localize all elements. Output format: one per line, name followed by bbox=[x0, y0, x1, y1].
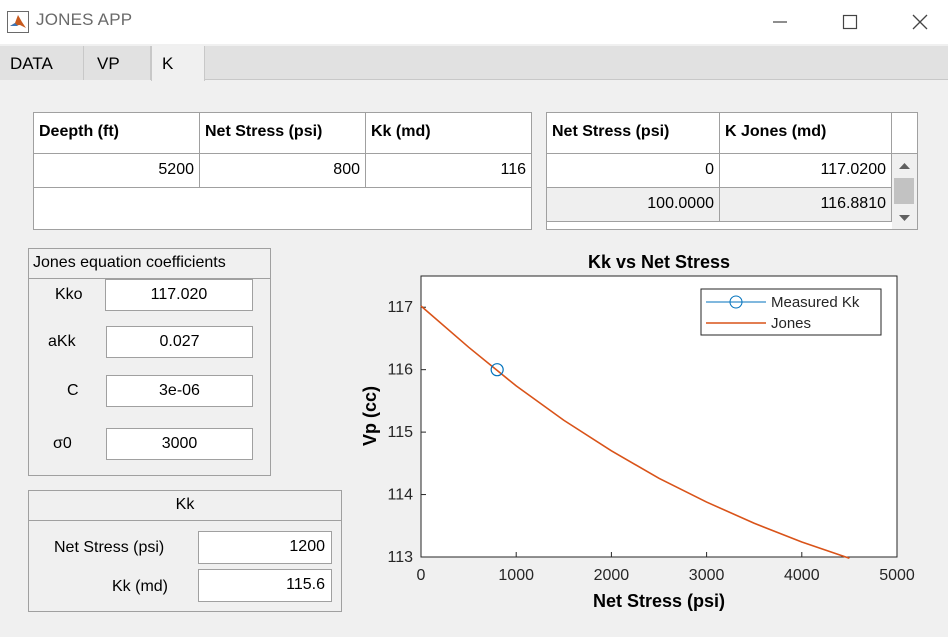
vertical-scrollbar[interactable] bbox=[892, 154, 917, 229]
minimize-button[interactable] bbox=[745, 0, 815, 44]
tab-data[interactable]: DATA bbox=[0, 46, 84, 80]
close-button[interactable] bbox=[885, 0, 948, 44]
measured-data-table[interactable]: Deepth (ft) Net Stress (psi) Kk (md) 520… bbox=[33, 112, 532, 230]
kk-label: Kk (md) bbox=[112, 578, 168, 595]
legend-jones-label: Jones bbox=[771, 315, 811, 332]
kk-output[interactable]: 115.6 bbox=[198, 569, 332, 602]
scroll-up-arrow-icon[interactable] bbox=[899, 162, 910, 170]
y-tick-label: 116 bbox=[387, 362, 413, 379]
c-field[interactable]: 3e-06 bbox=[106, 375, 253, 407]
matlab-app-icon bbox=[7, 11, 29, 33]
column-header-kk[interactable]: Kk (md) bbox=[366, 113, 531, 154]
table-cell[interactable]: 100.0000 bbox=[547, 188, 720, 222]
kko-field[interactable]: 117.020 bbox=[105, 279, 253, 311]
c-label: C bbox=[67, 382, 79, 399]
column-header-net-stress[interactable]: Net Stress (psi) bbox=[547, 113, 720, 154]
tab-k[interactable]: K bbox=[151, 46, 205, 81]
tab-bar: DATA VP K bbox=[0, 46, 948, 81]
y-tick-label: 115 bbox=[387, 424, 413, 441]
y-axis-label: Vp (cc) bbox=[360, 386, 380, 446]
x-tick-label: 0 bbox=[417, 567, 426, 584]
net-stress-input[interactable]: 1200 bbox=[198, 531, 332, 564]
scrollbar-thumb[interactable] bbox=[894, 178, 914, 204]
kko-label: Kko bbox=[55, 286, 83, 303]
akk-field[interactable]: 0.027 bbox=[106, 326, 253, 358]
x-tick-label: 1000 bbox=[498, 567, 534, 584]
cell-kk[interactable]: 116 bbox=[366, 154, 531, 188]
title-bar: JONES APP bbox=[0, 0, 948, 44]
y-tick-label: 117 bbox=[387, 299, 413, 316]
table-cell[interactable]: 0 bbox=[547, 154, 720, 188]
x-tick-label: 4000 bbox=[784, 567, 820, 584]
minimize-icon bbox=[773, 21, 787, 23]
y-tick-label: 113 bbox=[387, 549, 413, 566]
header-spacer bbox=[892, 113, 917, 154]
panel-title: Kk bbox=[175, 496, 195, 513]
x-axis-label: Net Stress (psi) bbox=[593, 591, 725, 611]
close-icon bbox=[912, 14, 928, 30]
kk-calculator-panel: Kk Net Stress (psi) 1200 Kk (md) 115.6 bbox=[28, 490, 342, 612]
y-tick-label: 114 bbox=[387, 487, 413, 504]
jones-coefficients-panel: Jones equation coefficients Kko 117.020 … bbox=[28, 248, 271, 476]
tab-vp[interactable]: VP bbox=[84, 46, 151, 80]
sigma0-field[interactable]: 3000 bbox=[106, 428, 253, 460]
cell-net-stress[interactable]: 800 bbox=[200, 154, 366, 188]
column-header-net-stress[interactable]: Net Stress (psi) bbox=[200, 113, 366, 154]
window-title: JONES APP bbox=[36, 10, 133, 29]
sigma0-label: σ0 bbox=[53, 435, 72, 452]
kk-vs-net-stress-chart[interactable]: Kk vs Net Stress 113 114 115 116 117 0 1000 20… bbox=[350, 248, 940, 628]
x-tick-label: 5000 bbox=[879, 567, 915, 584]
scroll-down-arrow-icon[interactable] bbox=[899, 214, 910, 222]
chart-title: Kk vs Net Stress bbox=[588, 252, 730, 272]
maximize-button[interactable] bbox=[815, 0, 885, 44]
table-cell[interactable]: 116.8810 bbox=[720, 188, 892, 222]
x-tick-label: 3000 bbox=[689, 567, 725, 584]
x-tick-label: 2000 bbox=[594, 567, 630, 584]
net-stress-label: Net Stress (psi) bbox=[54, 539, 165, 556]
y-axis: 113 114 115 116 117 bbox=[387, 299, 426, 566]
akk-label: aKk bbox=[48, 333, 76, 350]
column-header-k-jones[interactable]: K Jones (md) bbox=[720, 113, 892, 154]
column-header-depth[interactable]: Deepth (ft) bbox=[34, 113, 200, 154]
jones-results-table[interactable]: Net Stress (psi) K Jones (md) 0 117.0200… bbox=[546, 112, 918, 230]
legend-measured-label: Measured Kk bbox=[771, 294, 860, 311]
panel-title: Jones equation coefficients bbox=[33, 254, 226, 271]
maximize-icon bbox=[842, 14, 858, 30]
table-cell[interactable]: 117.0200 bbox=[720, 154, 892, 188]
panel-divider bbox=[29, 520, 341, 521]
chart-legend[interactable]: Measured Kk Jones bbox=[700, 288, 882, 336]
cell-depth[interactable]: 5200 bbox=[34, 154, 200, 188]
